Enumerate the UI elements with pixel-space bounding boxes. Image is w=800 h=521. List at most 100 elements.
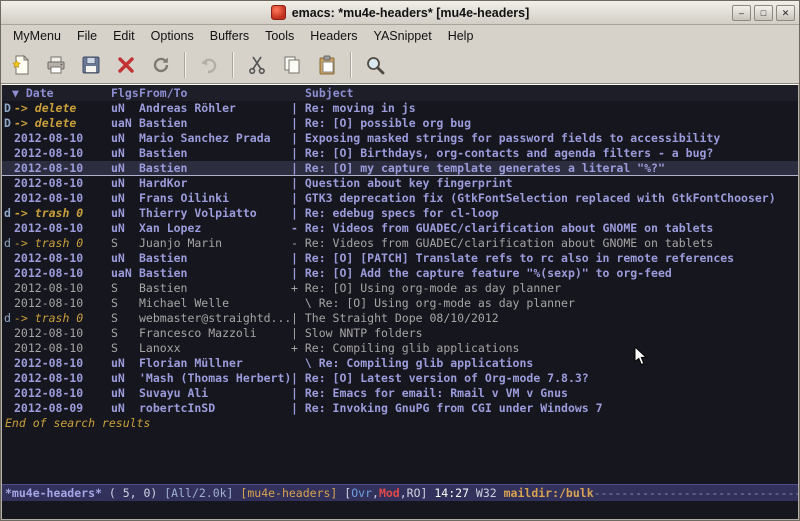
message-subject: | Slow NNTP folders	[291, 326, 798, 341]
message-row[interactable]: D -> delete uaN Bastien | Re: [O] possib…	[2, 116, 798, 131]
message-mark: D	[2, 116, 14, 131]
message-mark	[2, 371, 14, 386]
toolbar-separator	[350, 52, 352, 78]
message-mark: D	[2, 101, 14, 116]
message-date: 2012-08-10	[14, 146, 111, 161]
message-row[interactable]: 2012-08-10 uN Bastien | Re: [O] my captu…	[2, 161, 798, 176]
menu-item-buffers[interactable]: Buffers	[202, 27, 257, 45]
message-row[interactable]: 2012-08-10 S Michael Welle \ Re: [O] Usi…	[2, 296, 798, 311]
message-row[interactable]: 2012-08-10 uN 'Mash (Thomas Herbert) | R…	[2, 371, 798, 386]
menu-item-edit[interactable]: Edit	[105, 27, 143, 45]
message-from: 'Mash (Thomas Herbert)	[139, 371, 291, 386]
column-subject[interactable]: Subject	[291, 85, 798, 101]
message-row[interactable]: 2012-08-09 uN robertcInSD | Re: Invoking…	[2, 401, 798, 416]
message-date: 2012-08-10	[14, 131, 111, 146]
message-mark: d	[2, 311, 14, 326]
menu-item-mymenu[interactable]: MyMenu	[5, 27, 69, 45]
message-from: Michael Welle	[139, 296, 291, 311]
modeline-segment-plain: [	[344, 485, 351, 501]
message-mark	[2, 131, 14, 146]
modeline-segment-ovr: Ovr	[351, 485, 372, 501]
message-from: Juanjo Marin	[139, 236, 291, 251]
message-from: Bastien	[139, 116, 291, 131]
cut-icon	[246, 54, 268, 76]
message-flags: uN	[111, 251, 139, 266]
message-row[interactable]: 2012-08-10 uN Bastien | Re: [O] Birthday…	[2, 146, 798, 161]
message-flags: uN	[111, 221, 139, 236]
message-flags: uN	[111, 131, 139, 146]
cut-button[interactable]	[242, 50, 272, 80]
menu-item-yasnippet[interactable]: YASnippet	[366, 27, 440, 45]
message-from: Bastien	[139, 251, 291, 266]
minimize-button[interactable]: –	[732, 5, 751, 21]
message-mark	[2, 341, 14, 356]
message-from: HardKor	[139, 176, 291, 191]
menu-item-options[interactable]: Options	[143, 27, 202, 45]
menu-item-help[interactable]: Help	[440, 27, 482, 45]
close-button[interactable]: ✕	[776, 5, 795, 21]
message-from: Xan Lopez	[139, 221, 291, 236]
message-row[interactable]: 2012-08-10 uN HardKor | Question about k…	[2, 176, 798, 191]
message-row[interactable]: d -> trash 0 uN Thierry Volpiatto | Re: …	[2, 206, 798, 221]
message-flags: uN	[111, 206, 139, 221]
message-mark	[2, 386, 14, 401]
message-mark	[2, 221, 14, 236]
undo-button[interactable]	[194, 50, 224, 80]
message-flags: S	[111, 326, 139, 341]
menu-item-headers[interactable]: Headers	[302, 27, 365, 45]
echo-area[interactable]	[2, 501, 798, 519]
tool-bar	[1, 47, 799, 84]
message-row[interactable]: 2012-08-10 S Lanoxx + Re: Compiling glib…	[2, 341, 798, 356]
paste-button[interactable]	[312, 50, 342, 80]
message-date: 2012-08-10	[14, 341, 111, 356]
message-row[interactable]: D -> delete uN Andreas Röhler | Re: movi…	[2, 101, 798, 116]
message-mark	[2, 281, 14, 296]
column-date[interactable]: ▼ Date	[2, 85, 111, 101]
column-flags[interactable]: Flgs	[111, 85, 139, 101]
message-row[interactable]: 2012-08-10 uN Florian Müllner \ Re: Comp…	[2, 356, 798, 371]
close-buffer-button[interactable]	[111, 50, 141, 80]
message-row[interactable]: 2012-08-10 S Bastien + Re: [O] Using org…	[2, 281, 798, 296]
message-from: Thierry Volpiatto	[139, 206, 291, 221]
message-row[interactable]: d -> trash 0 S Juanjo Marin - Re: Videos…	[2, 236, 798, 251]
message-row[interactable]: 2012-08-10 uaN Bastien | Re: [O] Add the…	[2, 266, 798, 281]
message-subject: | Re: edebug specs for cl-loop	[291, 206, 798, 221]
save-button[interactable]	[76, 50, 106, 80]
menu-item-file[interactable]: File	[69, 27, 105, 45]
refresh-button[interactable]	[146, 50, 176, 80]
maximize-button[interactable]: □	[754, 5, 773, 21]
search-button[interactable]	[360, 50, 390, 80]
message-flags: uaN	[111, 116, 139, 131]
message-flags: S	[111, 236, 139, 251]
undo-icon	[198, 54, 220, 76]
message-row[interactable]: 2012-08-10 uN Bastien | Re: [O] [PATCH] …	[2, 251, 798, 266]
message-date: 2012-08-10	[14, 371, 111, 386]
message-row[interactable]: d -> trash 0 S webmaster@straightd... | …	[2, 311, 798, 326]
message-row[interactable]: 2012-08-10 uN Xan Lopez - Re: Videos fro…	[2, 221, 798, 236]
menu-item-tools[interactable]: Tools	[257, 27, 302, 45]
modeline-segment-mod: Mod	[379, 485, 400, 501]
message-row[interactable]: 2012-08-10 uN Frans Oilinki | GTK3 depre…	[2, 191, 798, 206]
message-mark	[2, 176, 14, 191]
message-mark	[2, 266, 14, 281]
message-date: -> trash 0	[14, 236, 111, 251]
message-from: Francesco Mazzoli	[139, 326, 291, 341]
refresh-icon	[150, 54, 172, 76]
modeline-segment-plain: ,	[372, 485, 379, 501]
print-button[interactable]	[41, 50, 71, 80]
message-from: Bastien	[139, 266, 291, 281]
modeline-segment-plain: W32	[476, 485, 504, 501]
modeline-segment-plain: ]	[421, 485, 435, 501]
paste-icon	[316, 54, 338, 76]
new-file-button[interactable]	[6, 50, 36, 80]
message-mark	[2, 356, 14, 371]
copy-button[interactable]	[277, 50, 307, 80]
message-row[interactable]: 2012-08-10 S Francesco Mazzoli | Slow NN…	[2, 326, 798, 341]
modeline-segment-buffer: *mu4e-headers*	[5, 485, 102, 501]
message-row[interactable]: 2012-08-10 uN Mario Sanchez Prada | Expo…	[2, 131, 798, 146]
message-subject: | GTK3 deprecation fix (GtkFontSelection…	[291, 191, 798, 206]
message-row[interactable]: 2012-08-10 uN Suvayu Ali | Re: Emacs for…	[2, 386, 798, 401]
toolbar-separator	[184, 52, 186, 78]
message-from: Bastien	[139, 146, 291, 161]
column-from[interactable]: From/To	[139, 85, 291, 101]
